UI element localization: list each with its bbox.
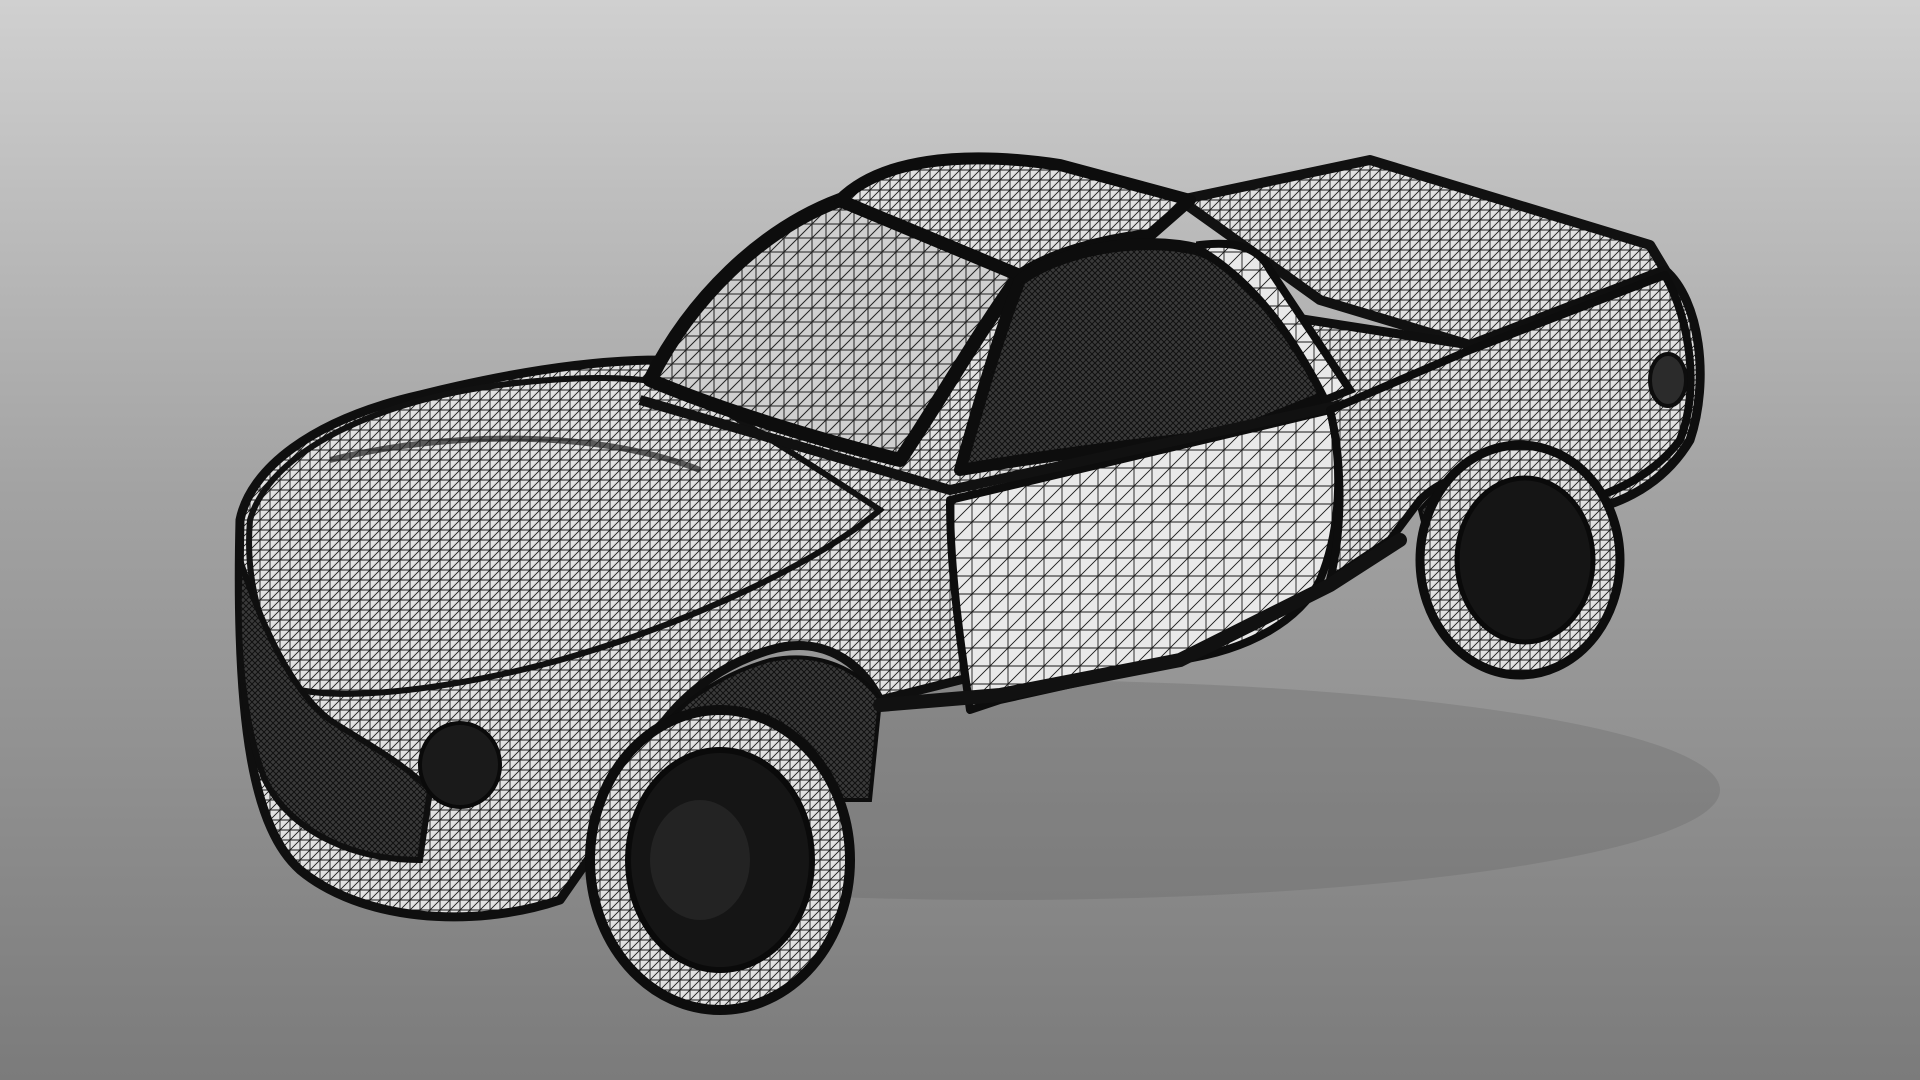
3d-viewport[interactable] <box>0 0 1920 1080</box>
headlight <box>418 721 502 809</box>
car-mesh-render <box>234 152 1720 1015</box>
rear-wheel <box>1415 440 1625 680</box>
front-wheel <box>585 705 855 1015</box>
tail-light <box>1648 352 1688 408</box>
